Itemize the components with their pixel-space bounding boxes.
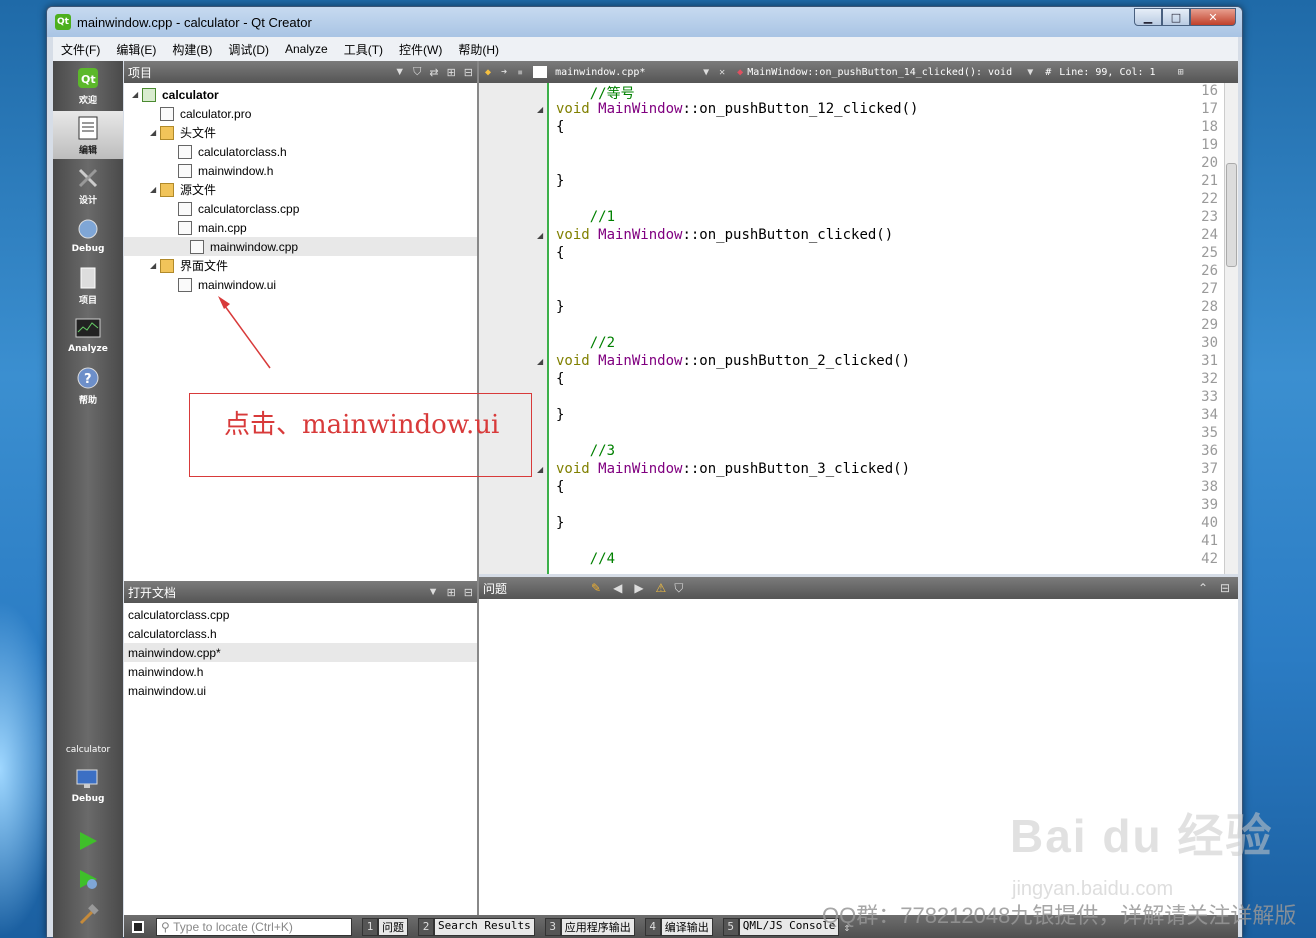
annotation-arrow <box>221 301 271 369</box>
annotation-arrowhead <box>218 296 230 309</box>
watermark-qq: QQ群：778212048九银提供，详解请关注详解版 <box>822 903 1297 928</box>
annotation-text: 点击、mainwindow.ui <box>224 410 500 440</box>
baidu-watermark: Bai du 经验 <box>1010 810 1274 862</box>
